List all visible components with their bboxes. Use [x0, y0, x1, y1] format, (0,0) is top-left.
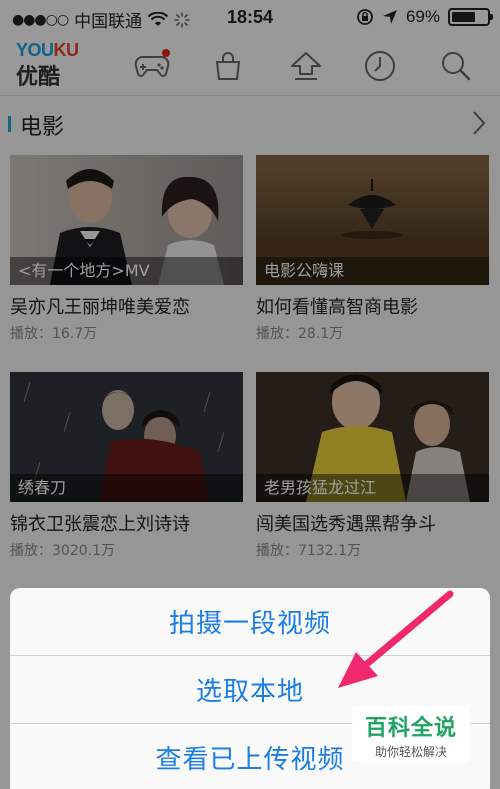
watermark-subtitle: 助你轻松解决	[374, 745, 447, 759]
record-video-option[interactable]: 拍摄一段视频	[10, 588, 490, 656]
watermark-logo: 百科全说 助你轻松解决	[352, 706, 470, 762]
watermark-title: 百科全说	[364, 716, 457, 741]
